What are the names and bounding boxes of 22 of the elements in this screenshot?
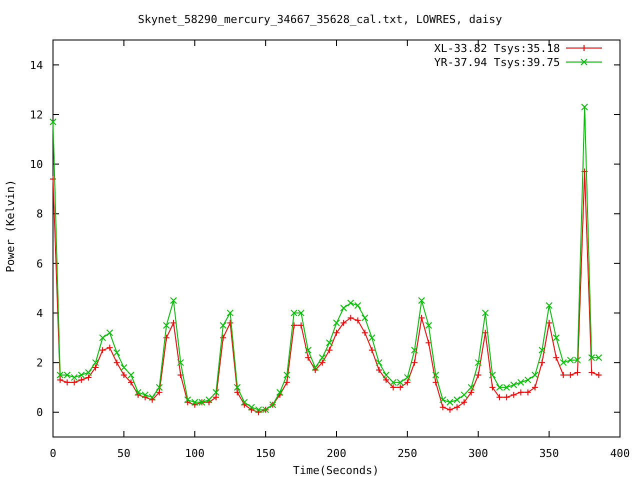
y-tick-label: 0 — [36, 406, 43, 420]
x-axis-label: Time(Seconds) — [292, 464, 380, 477]
y-tick-label: 8 — [36, 208, 43, 221]
y-tick-label: 4 — [36, 306, 43, 320]
y-tick-label: 14 — [30, 58, 43, 72]
x-tick-label: 0 — [50, 447, 56, 460]
y-axis-label: Power (Kelvin) — [4, 180, 17, 272]
y-tick-label: 10 — [30, 158, 43, 172]
y-tick-label: 6 — [36, 257, 43, 270]
chart-title: Skynet_58290_mercury_34667_35628_cal.txt, LOWRES, daisy — [138, 13, 502, 26]
x-tick-label: 350 — [539, 447, 560, 460]
x-tick-label: 50 — [117, 447, 130, 460]
x-tick-label: 200 — [326, 447, 346, 460]
x-tick-label: 300 — [468, 447, 488, 460]
legend-label: YR-37.94 Tsys:39.75 — [434, 56, 560, 69]
y-tick-label: 2 — [36, 356, 43, 370]
x-tick-label: 100 — [184, 447, 205, 460]
x-tick-label: 250 — [397, 447, 418, 460]
x-tick-label: 150 — [256, 447, 276, 460]
x-tick-label: 400 — [610, 447, 630, 460]
legend-label: XL-33.82 Tsys:35.18 — [434, 42, 560, 55]
y-tick-label: 12 — [30, 108, 43, 122]
